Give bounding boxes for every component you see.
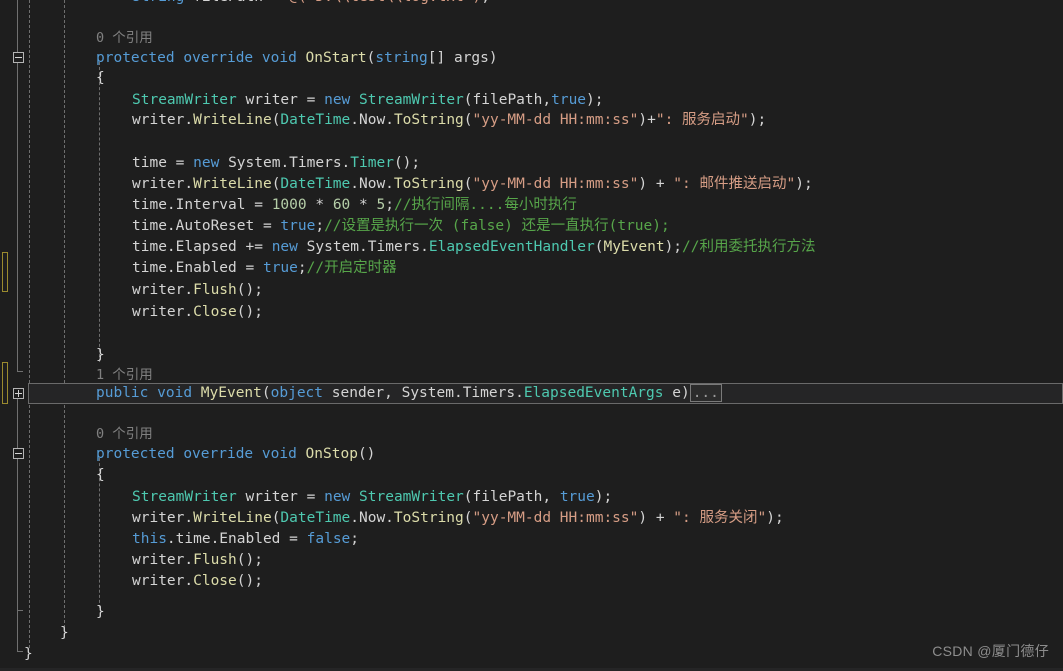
code-line-close-2[interactable]: writer.Close(); [132,571,263,592]
code-line-close-brace-namespace[interactable]: } [24,644,33,665]
code-text-area[interactable]: string filePath = @("D:\\test\\log.txt")… [0,0,1063,671]
csdn-watermark: CSDN @厦门德仔 [932,643,1049,659]
codelens-onstop[interactable]: 0 个引用 [96,424,153,445]
code-line-flush-1[interactable]: writer.Flush(); [132,280,263,301]
code-line-enabled-true[interactable]: time.Enabled = true;//开启定时器 [132,258,397,279]
code-editor-window: string filePath = @("D:\\test\\log.txt")… [0,0,1063,671]
code-line-open-brace-onstop[interactable]: { [96,465,105,486]
code-line-onstop-signature[interactable]: protected override void OnStop() [96,444,375,465]
collapsed-region-button[interactable]: ... [689,384,722,402]
code-line-flush-2[interactable]: writer.Flush(); [132,550,263,571]
code-line-myevent-signature[interactable]: public void MyEvent(object sender, Syste… [96,383,722,404]
code-line-this-time-enabled[interactable]: this.time.Enabled = false; [132,529,359,550]
code-line-elapsed[interactable]: time.Elapsed += new System.Timers.Elapse… [132,237,816,258]
code-line-close-brace-class[interactable]: } [60,623,69,644]
code-line-timer-new[interactable]: time = new System.Timers.Timer(); [132,153,420,174]
code-line-close-1[interactable]: writer.Close(); [132,302,263,323]
code-line-streamwriter-1[interactable]: StreamWriter writer = new StreamWriter(f… [132,90,604,111]
code-line-streamwriter-2[interactable]: StreamWriter writer = new StreamWriter(f… [132,487,612,508]
code-line-onstart-signature[interactable]: protected override void OnStart(string[]… [96,48,498,69]
code-line-writeline-mail[interactable]: writer.WriteLine(DateTime.Now.ToString("… [132,174,813,195]
code-line-writeline-start[interactable]: writer.WriteLine(DateTime.Now.ToString("… [132,110,766,131]
code-line-autoreset[interactable]: time.AutoReset = true;//设置是执行一次 (false) … [132,216,670,237]
code-line-clipped[interactable]: string filePath = @("D:\\test\\log.txt")… [132,0,490,8]
code-line-close-brace-onstop[interactable]: } [96,602,105,623]
code-line-close-brace-onstart[interactable]: } [96,345,105,366]
code-line-writeline-stop[interactable]: writer.WriteLine(DateTime.Now.ToString("… [132,508,784,529]
codelens-onstart[interactable]: 0 个引用 [96,28,153,49]
code-line-interval[interactable]: time.Interval = 1000 * 60 * 5;//执行间隔....… [132,195,577,216]
code-line-open-brace-onstart[interactable]: { [96,68,105,89]
